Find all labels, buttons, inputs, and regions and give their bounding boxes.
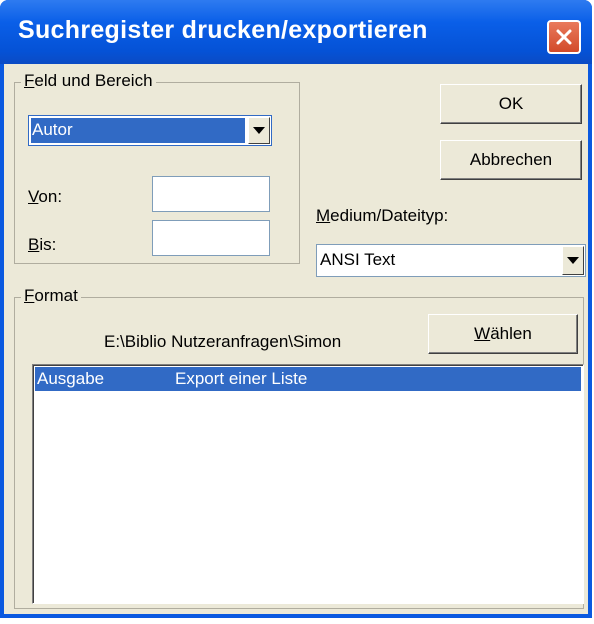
medium-select[interactable]: ANSI Text: [316, 244, 586, 277]
medium-select-value: ANSI Text: [320, 250, 396, 269]
von-input[interactable]: [152, 176, 270, 212]
format-path: E:\Biblio Nutzeranfragen\Simon: [104, 332, 342, 351]
list-item[interactable]: Ausgabe Export einer Liste: [35, 367, 581, 391]
close-button[interactable]: [547, 20, 581, 54]
title-bar[interactable]: Suchregister drucken/exportieren: [0, 0, 592, 64]
bis-input[interactable]: [152, 220, 270, 256]
cancel-button[interactable]: Abbrechen: [440, 140, 582, 180]
chevron-down-icon: [253, 127, 265, 134]
list-item-name: Ausgabe: [37, 369, 105, 388]
field-select-value: Autor: [32, 120, 73, 139]
field-select-dropdown-button[interactable]: [248, 117, 270, 144]
format-list[interactable]: Ausgabe Export einer Liste: [32, 364, 584, 604]
choose-button[interactable]: Wählen: [428, 314, 578, 354]
dialog-client-area: Feld und Bereich Autor Von: Bis: OK Abbr…: [4, 64, 588, 614]
medium-select-dropdown-button[interactable]: [562, 246, 584, 275]
bis-label: Bis:: [28, 235, 57, 254]
format-group-label: Format: [21, 286, 81, 306]
ok-button[interactable]: OK: [440, 84, 582, 124]
von-label: Von:: [28, 187, 63, 206]
field-select[interactable]: Autor: [28, 115, 272, 146]
chevron-down-icon: [567, 257, 579, 264]
medium-label: Medium/Dateityp:: [316, 206, 449, 225]
close-icon: [556, 29, 572, 45]
field-range-group-label: Feld und Bereich: [21, 71, 156, 91]
dialog-window: Suchregister drucken/exportieren Feld un…: [0, 0, 592, 618]
window-title: Suchregister drucken/exportieren: [18, 16, 428, 44]
list-item-description: Export einer Liste: [175, 369, 308, 388]
